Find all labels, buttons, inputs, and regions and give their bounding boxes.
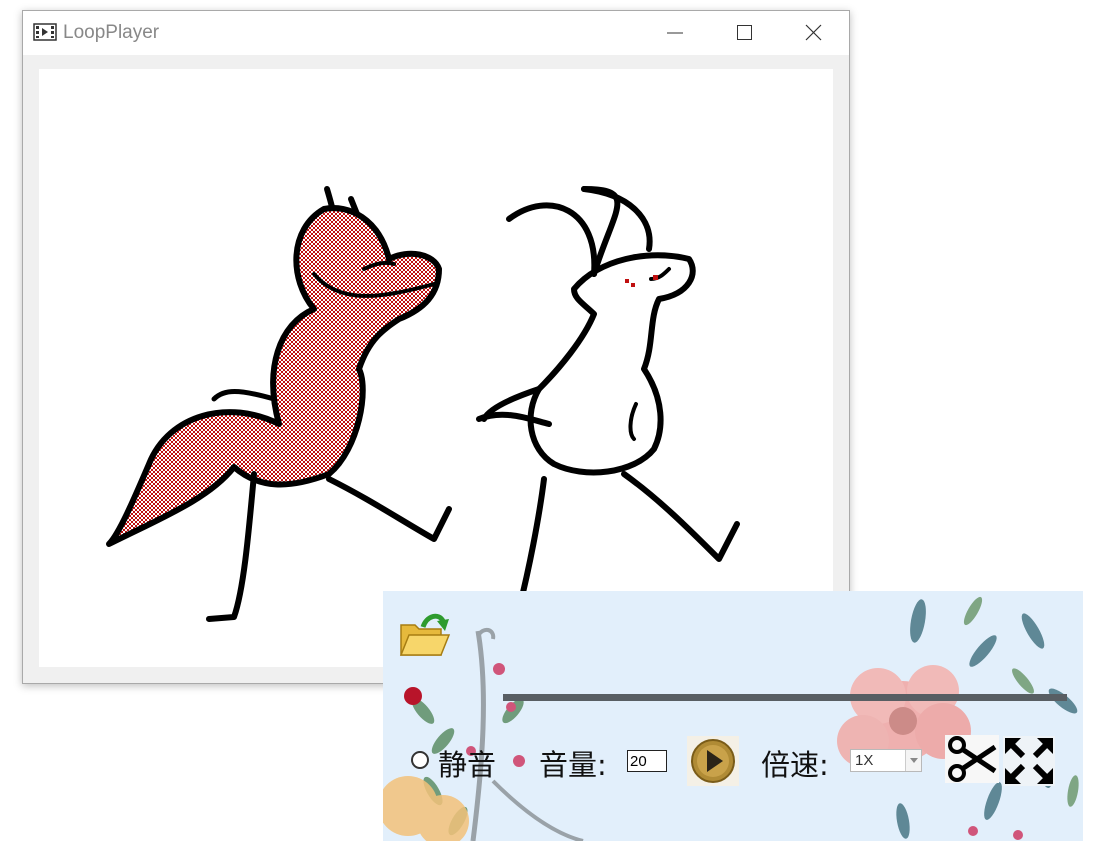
progress-bar[interactable] (503, 694, 1067, 701)
film-icon (33, 23, 57, 41)
maximize-icon (737, 25, 752, 40)
close-icon (805, 24, 822, 41)
window-title: LoopPlayer (63, 22, 160, 43)
animation-frame (106, 186, 740, 622)
minimize-icon (667, 32, 683, 34)
maximize-button[interactable] (710, 11, 780, 55)
fullscreen-icon[interactable] (1003, 736, 1055, 786)
scissors-icon[interactable] (945, 735, 999, 783)
close-button[interactable] (779, 11, 849, 55)
speed-select[interactable]: 1X (850, 749, 922, 772)
title-bar[interactable]: LoopPlayer (23, 11, 849, 55)
speed-value: 1X (855, 752, 874, 769)
play-icon[interactable] (687, 736, 739, 786)
fox-character (106, 186, 452, 622)
rabbit-character (476, 186, 740, 612)
volume-input[interactable] (627, 750, 667, 772)
main-window: LoopPlayer (22, 10, 850, 684)
rabbit-eye (625, 275, 658, 287)
mute-radio[interactable] (411, 751, 429, 769)
volume-label: 音量: (539, 748, 607, 782)
speed-label: 倍速: (761, 748, 829, 782)
control-panel: 静音 音量: 倍速: 1X (383, 591, 1083, 841)
video-display[interactable] (39, 69, 833, 667)
mute-label: 静音 (438, 748, 497, 782)
minimize-button[interactable] (640, 11, 710, 55)
folder-open-icon[interactable] (397, 611, 451, 661)
floral-background (383, 596, 1079, 841)
chevron-down-icon[interactable] (905, 750, 921, 771)
